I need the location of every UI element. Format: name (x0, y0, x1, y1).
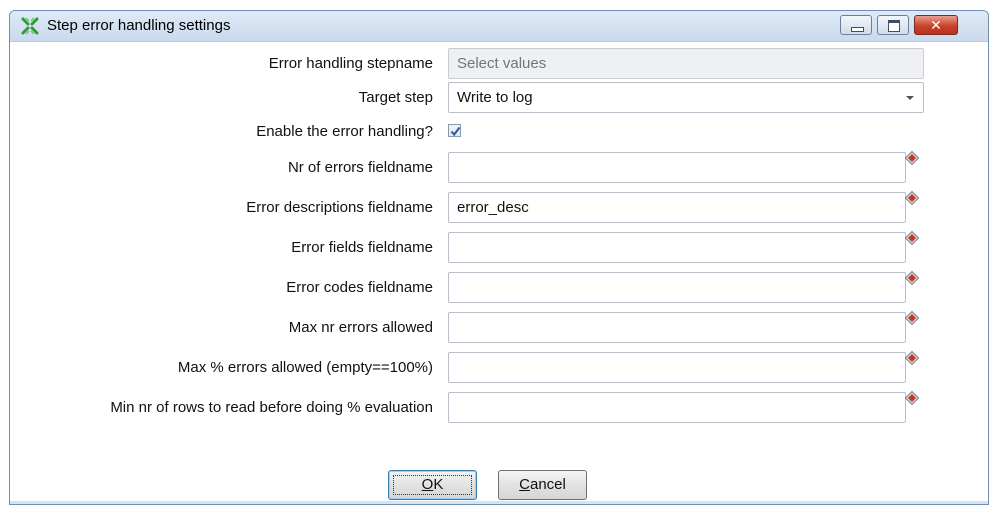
maximize-icon (888, 20, 900, 32)
row-max-nr-errors: Max nr errors allowed (10, 311, 988, 345)
variable-diamond-icon (905, 231, 919, 245)
error-codes-label: Error codes fieldname (286, 279, 433, 296)
dialog-window: Step error handling settings ✕ Error han… (9, 10, 989, 505)
cancel-mnemonic: C (519, 476, 530, 493)
error-fields-label: Error fields fieldname (291, 239, 433, 256)
max-pct-errors-field[interactable] (448, 352, 906, 383)
target-step-label: Target step (358, 89, 433, 106)
error-desc-label: Error descriptions fieldname (246, 199, 433, 216)
row-enable: Enable the error handling? (10, 115, 988, 149)
error-fields-field[interactable] (448, 232, 906, 263)
close-button[interactable]: ✕ (914, 15, 958, 35)
enable-checkbox[interactable] (448, 124, 461, 137)
maximize-button[interactable] (877, 15, 909, 35)
target-step-value: Write to log (457, 89, 533, 106)
cancel-button[interactable]: Cancel (498, 470, 587, 500)
variable-diamond-icon (905, 351, 919, 365)
error-desc-field[interactable] (448, 192, 906, 223)
row-nr-errors: Nr of errors fieldname (10, 151, 988, 185)
chevron-down-icon[interactable] (897, 83, 923, 112)
ok-button[interactable]: OK (388, 470, 477, 500)
enable-label: Enable the error handling? (256, 123, 433, 140)
form-panel: Error handling stepname Target step Writ… (10, 42, 988, 504)
max-nr-errors-label: Max nr errors allowed (288, 319, 433, 336)
variable-diamond-icon (905, 151, 919, 165)
nr-errors-field[interactable] (448, 152, 906, 183)
row-error-desc: Error descriptions fieldname (10, 191, 988, 225)
close-icon: ✕ (930, 17, 942, 33)
row-max-pct-errors: Max % errors allowed (empty==100%) (10, 351, 988, 385)
target-step-select[interactable]: Write to log (448, 82, 924, 113)
minimize-button[interactable] (840, 15, 872, 35)
nr-errors-label: Nr of errors fieldname (287, 159, 433, 176)
min-rows-label: Min nr of rows to read before doing % ev… (110, 399, 433, 416)
min-rows-field[interactable] (448, 392, 906, 423)
error-codes-field[interactable] (448, 272, 906, 303)
focus-ring (393, 475, 472, 495)
variable-diamond-icon (905, 271, 919, 285)
row-min-rows: Min nr of rows to read before doing % ev… (10, 391, 988, 425)
variable-diamond-icon (905, 311, 919, 325)
bottom-border (10, 501, 988, 504)
variable-diamond-icon (905, 391, 919, 405)
button-bar: OK Cancel (10, 470, 988, 500)
stepname-label: Error handling stepname (268, 55, 433, 72)
stepname-field[interactable] (448, 48, 924, 79)
window-title: Step error handling settings (47, 17, 231, 34)
row-error-fields: Error fields fieldname (10, 231, 988, 265)
row-stepname: Error handling stepname (10, 47, 988, 81)
cancel-label-rest: ancel (529, 476, 566, 493)
max-nr-errors-field[interactable] (448, 312, 906, 343)
minimize-icon (851, 27, 864, 32)
checkmark-icon (450, 126, 461, 137)
max-pct-errors-label: Max % errors allowed (empty==100%) (177, 359, 433, 376)
variable-diamond-icon (905, 191, 919, 205)
row-error-codes: Error codes fieldname (10, 271, 988, 305)
kettle-spoon-icon (21, 17, 39, 35)
row-target-step: Target step Write to log (10, 81, 988, 115)
title-bar[interactable]: Step error handling settings ✕ (10, 11, 988, 42)
